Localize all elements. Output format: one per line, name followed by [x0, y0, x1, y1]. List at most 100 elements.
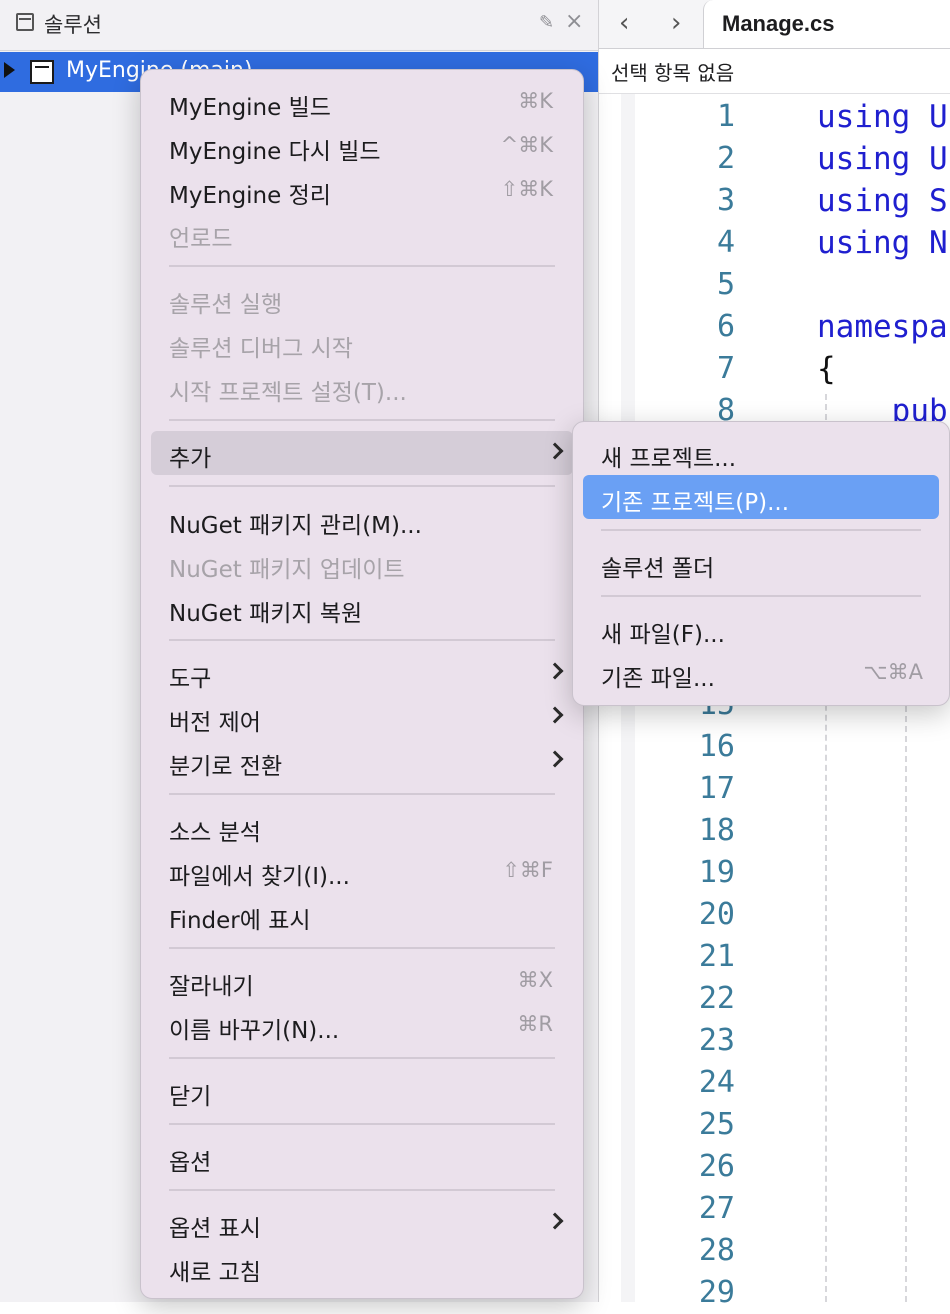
submenu-item-new-file[interactable]: 새 파일(F)...	[583, 607, 939, 651]
menu-item-switch-branch[interactable]: 분기로 전환	[151, 739, 573, 783]
menu-item-label: 도구	[169, 666, 212, 692]
menu-item-shortcut: ⌘K	[518, 89, 553, 113]
pin-icon[interactable]: ✎	[539, 12, 554, 33]
menu-item-cut[interactable]: 잘라내기 ⌘X	[151, 959, 573, 1003]
submenu-item-new-project[interactable]: 새 프로젝트...	[583, 431, 939, 475]
menu-separator	[169, 419, 555, 421]
menu-item-tools[interactable]: 도구	[151, 651, 573, 695]
menu-item-refresh[interactable]: 새로 고침	[151, 1245, 573, 1289]
menu-item-label: MyEngine 다시 빌드	[169, 139, 381, 165]
menu-item-label: 솔루션 실행	[169, 292, 283, 318]
line-number: 6	[716, 309, 735, 344]
code-line: using S	[817, 183, 948, 219]
line-number: 23	[698, 1023, 735, 1058]
line-number: 5	[716, 267, 735, 302]
project-icon	[30, 60, 54, 84]
add-submenu: 새 프로젝트... 기존 프로젝트(P)... 솔루션 폴더 새 파일(F)..…	[572, 421, 950, 706]
menu-item-shortcut: ⌘X	[517, 968, 553, 992]
menu-item-label: 옵션	[169, 1150, 212, 1176]
menu-separator	[169, 947, 555, 949]
chevron-right-icon[interactable]: ›	[671, 8, 681, 38]
line-number: 29	[698, 1275, 735, 1310]
submenu-separator	[601, 529, 921, 531]
code-line: using U	[817, 141, 948, 177]
menu-separator	[169, 485, 555, 487]
menu-separator	[169, 639, 555, 641]
solution-panel-icon	[16, 13, 34, 31]
chevron-right-icon	[546, 706, 564, 724]
menu-item-find-in-files[interactable]: 파일에서 찾기(I)... ⇧⌘F	[151, 849, 573, 893]
menu-item-clean[interactable]: MyEngine 정리 ⇧⌘K	[151, 168, 573, 212]
line-number: 16	[698, 729, 735, 764]
code-line: using U	[817, 99, 948, 135]
menu-item-label: 이름 바꾸기(N)...	[169, 1018, 340, 1044]
line-number: 19	[698, 855, 735, 890]
menu-item-shortcut: ⇧⌘K	[500, 177, 553, 201]
file-tab[interactable]: Manage.cs	[703, 0, 950, 48]
menu-item-label: 분기로 전환	[169, 754, 283, 780]
menu-item-shortcut: ⌘R	[517, 1012, 553, 1036]
solution-panel-title: 솔루션	[44, 13, 102, 37]
close-icon[interactable]: ×	[565, 9, 583, 34]
menu-item-nuget-restore[interactable]: NuGet 패키지 복원	[151, 586, 573, 630]
menu-separator	[169, 793, 555, 795]
solution-panel-header: 솔루션 ✎ ×	[0, 0, 598, 51]
menu-item-label: NuGet 패키지 관리(M)...	[169, 513, 422, 539]
menu-item-rebuild[interactable]: MyEngine 다시 빌드 ^⌘K	[151, 124, 573, 168]
line-number: 26	[698, 1149, 735, 1184]
menu-item-nuget-update: NuGet 패키지 업데이트	[151, 542, 573, 586]
line-number: 24	[698, 1065, 735, 1100]
submenu-item-existing-file[interactable]: 기존 파일... ⌥⌘A	[583, 651, 939, 695]
menu-item-nuget-manage[interactable]: NuGet 패키지 관리(M)...	[151, 498, 573, 542]
chevron-right-icon	[546, 662, 564, 680]
line-number: 4	[716, 225, 735, 260]
menu-separator	[169, 1123, 555, 1125]
breadcrumb[interactable]: 선택 항목 없음	[599, 49, 950, 94]
menu-item-set-startup: 시작 프로젝트 설정(T)...	[151, 365, 573, 409]
submenu-separator	[601, 595, 921, 597]
menu-separator	[169, 265, 555, 267]
menu-item-shortcut: ^⌘K	[500, 133, 553, 157]
submenu-item-solution-folder[interactable]: 솔루션 폴더	[583, 541, 939, 585]
menu-item-build[interactable]: MyEngine 빌드 ⌘K	[151, 80, 573, 124]
menu-item-label: 옵션 표시	[169, 1216, 261, 1242]
menu-separator	[169, 1189, 555, 1191]
line-number: 17	[698, 771, 735, 806]
menu-item-show-in-finder[interactable]: Finder에 표시	[151, 893, 573, 937]
menu-item-label: 새로 고침	[169, 1260, 261, 1286]
disclosure-triangle-icon[interactable]	[4, 62, 15, 78]
menu-item-shortcut: ⇧⌘F	[502, 858, 553, 882]
submenu-item-label: 기존 파일...	[601, 666, 715, 692]
menu-item-label: Finder에 표시	[169, 908, 311, 934]
menu-item-add[interactable]: 추가	[151, 431, 573, 475]
chevron-left-icon[interactable]: ‹	[619, 8, 629, 38]
line-number: 28	[698, 1233, 735, 1268]
submenu-item-shortcut: ⌥⌘A	[863, 660, 923, 684]
chevron-right-icon	[546, 1212, 564, 1230]
menu-item-label: NuGet 패키지 복원	[169, 601, 363, 627]
submenu-item-existing-project[interactable]: 기존 프로젝트(P)...	[583, 475, 939, 519]
line-number: 21	[698, 939, 735, 974]
menu-item-label: 언로드	[169, 226, 233, 252]
menu-item-version-control[interactable]: 버전 제어	[151, 695, 573, 739]
line-number: 25	[698, 1107, 735, 1142]
menu-item-label: 추가	[169, 446, 212, 472]
menu-item-unload: 언로드	[151, 211, 573, 255]
line-number: 3	[716, 183, 735, 218]
menu-item-label: 소스 분석	[169, 820, 261, 846]
chevron-right-icon	[546, 442, 564, 460]
menu-item-label: 파일에서 찾기(I)...	[169, 864, 350, 890]
line-number: 22	[698, 981, 735, 1016]
menu-item-run-solution: 솔루션 실행	[151, 277, 573, 321]
menu-item-label: 솔루션 디버그 시작	[169, 336, 353, 362]
menu-item-options[interactable]: 옵션	[151, 1135, 573, 1179]
submenu-item-label: 새 파일(F)...	[601, 622, 725, 648]
line-number: 1	[716, 99, 735, 134]
context-menu: MyEngine 빌드 ⌘K MyEngine 다시 빌드 ^⌘K MyEngi…	[140, 69, 584, 1299]
menu-item-label: 닫기	[169, 1084, 212, 1110]
menu-item-source-analysis[interactable]: 소스 분석	[151, 805, 573, 849]
menu-item-display-options[interactable]: 옵션 표시	[151, 1201, 573, 1245]
line-number: 2	[716, 141, 735, 176]
menu-item-rename[interactable]: 이름 바꾸기(N)... ⌘R	[151, 1003, 573, 1047]
menu-item-close[interactable]: 닫기	[151, 1069, 573, 1113]
